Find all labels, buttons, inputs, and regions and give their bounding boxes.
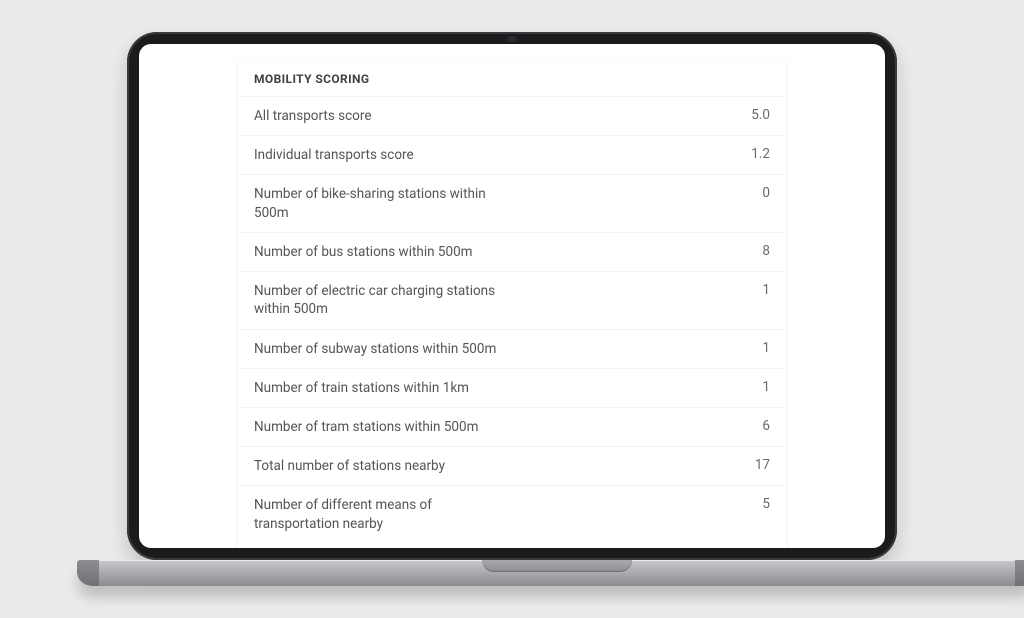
row-value: 1 [730, 379, 770, 395]
table-row: Number of bike-sharing stations within 5… [238, 174, 786, 231]
laptop-screen: MOBILITY SCORING All transports score 5.… [139, 44, 885, 548]
table-row: Individual transports score 1.2 [238, 135, 786, 174]
row-label: Number of bus stations within 500m [254, 243, 473, 261]
laptop-base [77, 560, 1024, 586]
row-value: 5 [730, 496, 770, 512]
camera-notch-icon [507, 36, 517, 42]
row-label: Number of subway stations within 500m [254, 340, 496, 358]
table-row: Number of electric car charging stations… [238, 271, 786, 328]
row-value: 1.2 [730, 146, 770, 162]
card-title: MOBILITY SCORING [238, 58, 786, 96]
row-label: Number of tram stations within 500m [254, 418, 478, 436]
row-value: 1 [730, 340, 770, 356]
laptop-lid: MOBILITY SCORING All transports score 5.… [127, 32, 897, 560]
row-value: 6 [730, 418, 770, 434]
laptop-thumb-notch-icon [482, 560, 632, 572]
table-row: Number of subway stations within 500m 1 [238, 329, 786, 368]
row-label: Number of electric car charging stations… [254, 282, 514, 318]
row-label: Number of different means of transportat… [254, 496, 514, 532]
row-label: Number of bike-sharing stations within 5… [254, 185, 514, 221]
table-row: Number of bus stations within 500m 8 [238, 232, 786, 271]
row-value: 8 [730, 243, 770, 259]
row-label: Total number of stations nearby [254, 457, 445, 475]
row-label: All transports score [254, 107, 371, 125]
table-row: Total number of stations nearby 17 [238, 446, 786, 485]
row-value: 0 [730, 185, 770, 201]
row-value: 1 [730, 282, 770, 298]
table-row: Number of train stations within 1km 1 [238, 368, 786, 407]
laptop-mockup: MOBILITY SCORING All transports score 5.… [77, 32, 947, 586]
table-row: All transports score 5.0 [238, 96, 786, 135]
row-value: 17 [730, 457, 770, 473]
table-row: Number of tram stations within 500m 6 [238, 407, 786, 446]
row-label: Number of train stations within 1km [254, 379, 469, 397]
row-value: 5.0 [730, 107, 770, 123]
mobility-scoring-card: MOBILITY SCORING All transports score 5.… [238, 58, 786, 548]
row-label: Individual transports score [254, 146, 414, 164]
table-row: Number of different means of transportat… [238, 485, 786, 542]
